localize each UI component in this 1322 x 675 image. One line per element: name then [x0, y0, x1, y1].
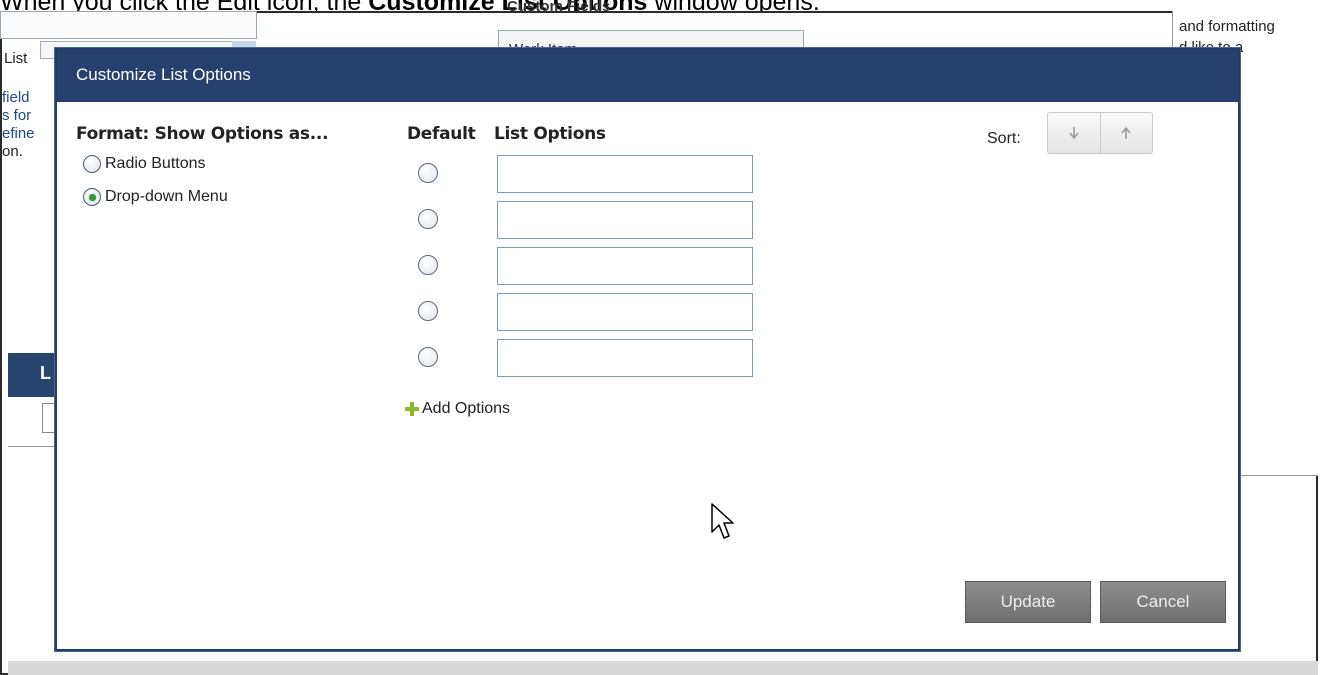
default-column-header: Default	[407, 124, 476, 144]
background-left-bar-letter: L	[40, 363, 51, 383]
sort-label: Sort:	[987, 130, 1021, 147]
list-option-input[interactable]	[497, 201, 753, 239]
update-button[interactable]: Update	[965, 581, 1091, 623]
bg-left-line: s for	[2, 107, 32, 124]
dialog-header: Customize List Options	[57, 50, 1238, 102]
plus-icon	[405, 402, 419, 416]
default-radio[interactable]	[418, 255, 438, 275]
list-option-row	[57, 155, 1238, 195]
list-option-input[interactable]	[497, 339, 753, 377]
list-option-row	[57, 339, 1238, 379]
default-radio[interactable]	[418, 301, 438, 321]
sort-up-button[interactable]	[1099, 113, 1152, 153]
add-options-link[interactable]: Add Options	[405, 400, 510, 418]
sort-button-group	[1047, 112, 1153, 154]
list-options-column-header: List Options	[494, 124, 606, 144]
list-option-row	[57, 247, 1238, 287]
cancel-button[interactable]: Cancel	[1100, 581, 1226, 623]
sort-down-button[interactable]	[1048, 113, 1100, 153]
default-radio[interactable]	[418, 347, 438, 367]
format-heading: Format: Show Options as...	[76, 124, 329, 144]
screenshot-stage: When you click the Edit icon, the Custom…	[0, 0, 1322, 675]
mouse-pointer-icon	[711, 503, 734, 539]
list-option-input[interactable]	[497, 293, 753, 331]
bg-left-line: on.	[2, 143, 23, 160]
background-top-box	[0, 11, 257, 39]
arrow-down-icon	[1069, 127, 1079, 140]
default-radio[interactable]	[418, 209, 438, 229]
dialog-title: Customize List Options	[76, 65, 251, 84]
bg-left-line: efine	[2, 125, 35, 142]
bg-right-line: and formatting	[1179, 18, 1275, 35]
list-option-input[interactable]	[497, 155, 753, 193]
background-left-bar: L	[8, 353, 58, 397]
arrow-up-icon	[1121, 126, 1132, 139]
bg-left-line: field	[2, 89, 30, 106]
background-left-divider	[8, 446, 58, 447]
background-list-label: List	[4, 50, 28, 67]
add-options-label: Add Options	[422, 400, 511, 417]
customize-list-options-dialog: Customize List Options Format: Show Opti…	[55, 48, 1240, 651]
list-option-row	[57, 293, 1238, 333]
background-bottom-strip	[8, 661, 1318, 675]
list-option-row	[57, 201, 1238, 241]
background-custom-fields-title: Custom Fields	[507, 0, 611, 15]
background-left-text: field s for efine on.	[2, 89, 35, 161]
list-option-input[interactable]	[497, 247, 753, 285]
default-radio[interactable]	[418, 163, 438, 183]
